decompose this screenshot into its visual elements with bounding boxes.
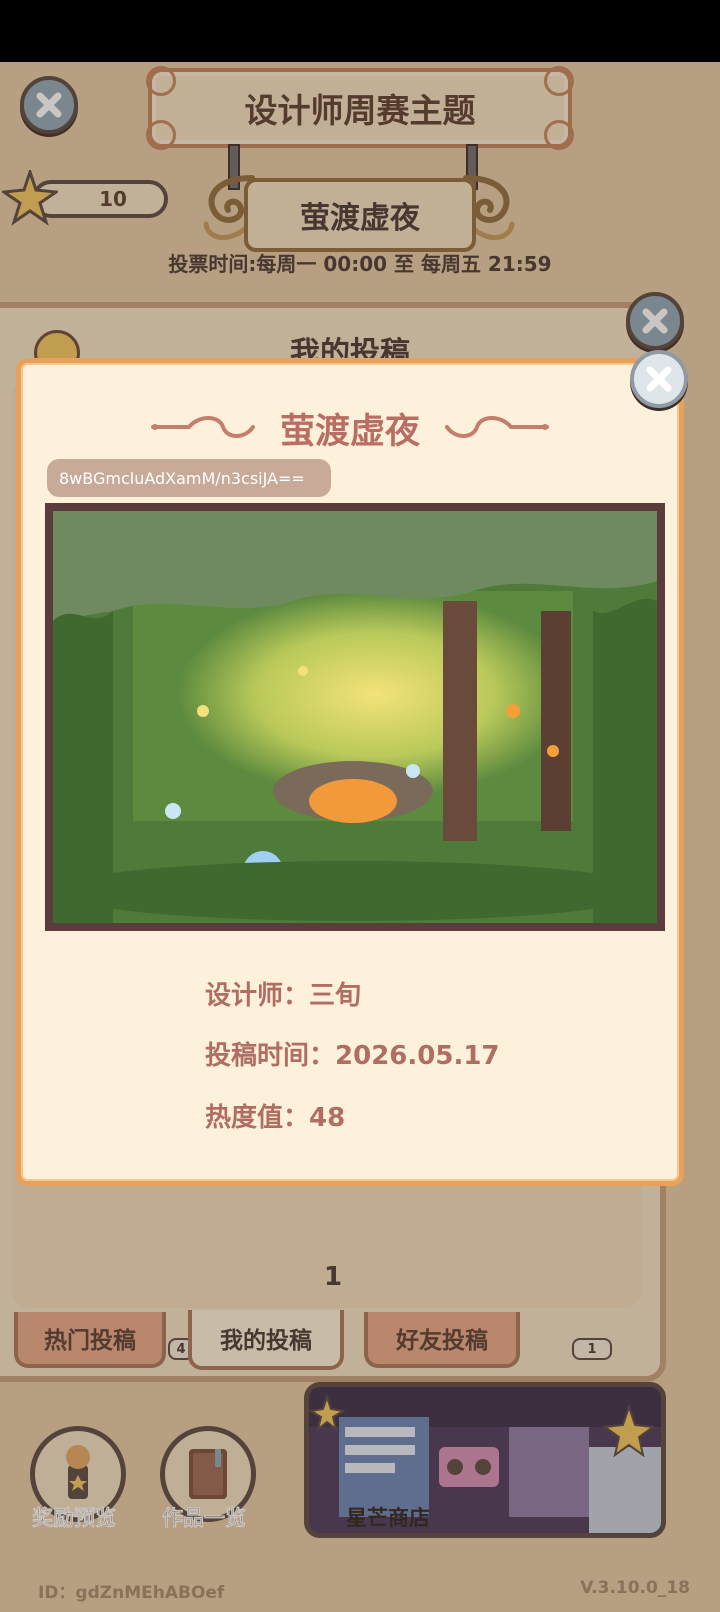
title-flourish-right xyxy=(445,416,549,438)
submit-time-label: 投稿时间： xyxy=(205,1041,336,1071)
count-badge: 1 xyxy=(572,1338,612,1360)
page-number: 1 xyxy=(323,1262,343,1292)
tab-friend-submissions[interactable]: 好友投稿 xyxy=(364,1312,520,1368)
player-id: ID：gdZnMEhABOef xyxy=(38,1583,225,1603)
submit-time-value: 2026.05.17 xyxy=(335,1041,500,1071)
star-count: 10 xyxy=(99,187,127,211)
star-shop-label: 星芒商店 xyxy=(346,1506,430,1530)
panel-close-button[interactable] xyxy=(626,292,684,350)
submission-code[interactable]: 8wBGmcluAdXamM/n3csiJA== xyxy=(47,459,331,497)
tab-hot-submissions[interactable]: 热门投稿 xyxy=(14,1312,166,1368)
close-icon xyxy=(642,308,668,334)
modal-title: 萤渡虚夜 xyxy=(279,412,420,452)
title-plaque: 设计师周赛主题 xyxy=(146,66,574,150)
page-title: 设计师周赛主题 xyxy=(244,91,476,130)
modal-close-button[interactable] xyxy=(630,350,688,408)
rewards-preview-label: 奖励预览 xyxy=(32,1506,117,1531)
designer-label: 设计师： xyxy=(205,981,310,1011)
submit-time-row: 投稿时间：2026.05.17 xyxy=(205,1035,500,1072)
page-close-button[interactable] xyxy=(20,76,78,134)
designer-name: 三旬 xyxy=(309,981,362,1011)
works-overview-label: 作品一览 xyxy=(162,1506,247,1531)
close-icon xyxy=(36,92,62,118)
theme-name: 萤渡虚夜 xyxy=(300,201,420,236)
vote-time: 投票时间:每周一 00:00 至 每周五 21:59 xyxy=(168,252,552,276)
close-icon xyxy=(646,366,672,392)
heat-row: 热度值：48 xyxy=(205,1097,345,1134)
designer-row: 设计师：三旬 xyxy=(205,975,361,1012)
star-icon xyxy=(2,170,58,226)
submission-detail-modal: 萤渡虚夜 8wBGmcluAdXamM/n3csiJA== 设计师：三旬 投稿时… xyxy=(16,358,684,1186)
version-text: V.3.10.0_18 xyxy=(580,1578,690,1598)
tab-my-submissions[interactable]: 我的投稿 xyxy=(188,1310,344,1370)
design-preview-image xyxy=(53,511,657,923)
theme-sign: 萤渡虚夜 xyxy=(244,178,476,252)
heat-label: 热度值： xyxy=(205,1103,310,1133)
design-image-frame xyxy=(45,503,665,931)
heat-value: 48 xyxy=(309,1103,346,1133)
status-bar xyxy=(0,0,720,62)
